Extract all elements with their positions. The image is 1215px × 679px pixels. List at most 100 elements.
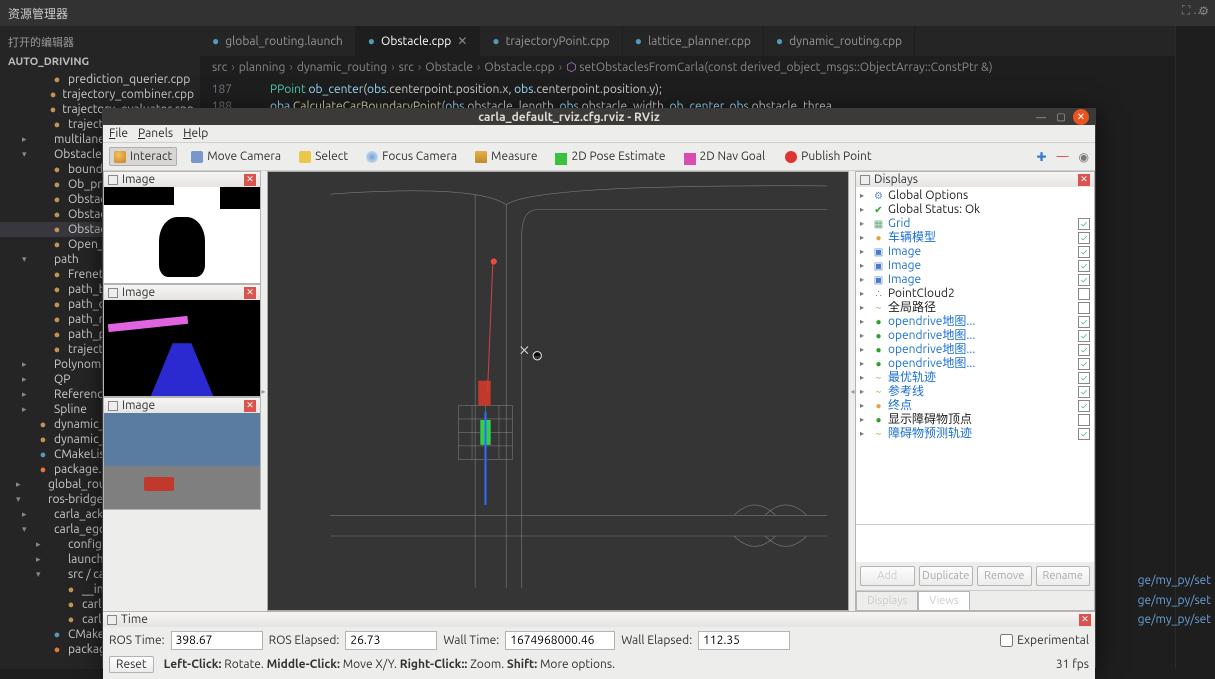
close-panel-icon[interactable]: ✕ [244,287,256,299]
display-item[interactable]: ▸~参考线✓ [858,385,1092,399]
3d-view[interactable] [267,171,849,611]
expand-icon[interactable]: ▸ [860,273,869,287]
display-item[interactable]: ▸∴PointCloud2 [858,287,1092,301]
display-item[interactable]: ▸✔Global Status: Ok [858,203,1092,217]
pin-icon[interactable] [860,175,870,185]
ros-elapsed-field[interactable] [345,631,437,650]
wall-elapsed-field[interactable] [698,631,790,650]
image-view-3[interactable] [104,413,260,509]
remove-button[interactable]: Remove [977,566,1032,586]
display-checkbox[interactable]: ✓ [1078,372,1090,384]
display-checkbox[interactable] [1078,414,1090,426]
display-checkbox[interactable] [1078,288,1090,300]
display-checkbox[interactable]: ✓ [1078,358,1090,370]
tool-publish-point[interactable]: Publish Point [779,148,875,165]
maximize-button[interactable]: ▢ [1053,109,1069,125]
tool-move-camera[interactable]: Move Camera [187,148,285,165]
experimental-checkbox[interactable] [1000,634,1013,647]
display-item[interactable]: ▸▣Image✓ [858,259,1092,273]
tool-2d-pose-estimate[interactable]: 2D Pose Estimate [551,146,669,167]
wall-time-field[interactable] [505,631,615,650]
menu-panels[interactable]: Panels [138,127,173,140]
expand-icon[interactable]: ▸ [860,231,869,245]
display-checkbox[interactable]: ✓ [1078,330,1090,342]
duplicate-button[interactable]: Duplicate [919,566,974,586]
editor-tab[interactable]: ●Obstacle.cpp✕ [356,26,481,56]
file-item[interactable]: ●prediction_querier.cpp [0,72,200,87]
display-item[interactable]: ▸●opendrive地图...✓ [858,343,1092,357]
display-checkbox[interactable]: ✓ [1078,274,1090,286]
editor-tab[interactable]: ●trajectoryPoint.cpp [480,26,622,56]
display-checkbox[interactable]: ✓ [1078,316,1090,328]
breadcrumb-segment[interactable]: src [212,61,227,74]
image-view-2[interactable] [104,300,260,396]
splitter-left[interactable]: ▸ [261,171,266,611]
display-item[interactable]: ▸●opendrive地图...✓ [858,329,1092,343]
tab-views[interactable]: Views [918,591,969,610]
display-item[interactable]: ▸⚙Global Options [858,189,1092,203]
close-panel-icon[interactable]: ✕ [244,400,256,412]
breadcrumb-segment[interactable]: dynamic_routing [297,61,387,74]
expand-icon[interactable]: ▸ [860,189,869,203]
display-item[interactable]: ▸▣Image✓ [858,273,1092,287]
display-checkbox[interactable]: ✓ [1078,386,1090,398]
gear-icon[interactable]: ⚙ [1198,4,1209,18]
close-panel-icon[interactable]: ✕ [1078,174,1090,186]
close-tab-icon[interactable]: ✕ [457,34,467,48]
tab-displays[interactable]: Displays [856,591,918,610]
breadcrumb-segment[interactable]: Obstacle [425,61,473,74]
expand-icon[interactable]: ▸ [860,203,869,217]
remove-tool-icon[interactable]: — [1057,150,1069,163]
tool-props-icon[interactable]: ◉ [1079,150,1089,164]
editor-tab[interactable]: ●dynamic_routing.cpp [764,26,915,56]
display-item[interactable]: ▸●opendrive地图...✓ [858,315,1092,329]
add-button[interactable]: Add [860,566,915,586]
expand-icon[interactable]: ▸ [860,399,869,413]
editor-tab[interactable]: ●global_routing.launch [200,26,356,56]
tool-select[interactable]: Select [295,148,352,165]
display-item[interactable]: ▸~最优轨迹✓ [858,371,1092,385]
expand-icon[interactable]: ▸ [860,217,869,231]
display-item[interactable]: ▸●显示障碍物顶点 [858,413,1092,427]
pin-icon[interactable] [108,175,118,185]
expand-icon[interactable]: ▸ [860,315,869,329]
breadcrumb-segment[interactable]: ⬡ setObstaclesFromCarla(const derived_ob… [566,60,993,74]
expand-icon[interactable]: ▸ [860,245,869,259]
expand-icon[interactable]: ▸ [860,301,869,315]
add-tool-icon[interactable]: ✚ [1037,150,1047,164]
close-button[interactable]: ✕ [1073,109,1089,125]
display-checkbox[interactable]: ✓ [1078,246,1090,258]
minimize-button[interactable]: — [1033,109,1049,125]
expand-icon[interactable]: ▸ [860,427,869,441]
display-item[interactable]: ▸▣Image✓ [858,245,1092,259]
expand-icon[interactable]: ▸ [860,413,869,427]
display-item[interactable]: ▸~全局路径 [858,301,1092,315]
pin-icon[interactable] [108,401,118,411]
menu-help[interactable]: Help [183,127,208,140]
pin-icon[interactable] [108,288,118,298]
display-item[interactable]: ▸●终点✓ [858,399,1092,413]
tool-focus-camera[interactable]: Focus Camera [362,148,461,165]
breadcrumb-segment[interactable]: Obstacle.cpp [484,61,554,74]
tool-measure[interactable]: Measure [471,148,541,165]
close-time-panel[interactable]: ✕ [1079,614,1091,626]
display-checkbox[interactable] [1078,302,1090,314]
display-checkbox[interactable]: ✓ [1078,400,1090,412]
editor-tab[interactable]: ●lattice_planner.cpp [623,26,764,56]
tool-interact[interactable]: Interact [109,147,177,166]
display-checkbox[interactable]: ✓ [1078,260,1090,272]
breadcrumb-segment[interactable]: planning [239,61,286,74]
expand-icon[interactable]: ▸ [860,287,869,301]
ros-time-field[interactable] [171,631,263,650]
display-checkbox[interactable]: ✓ [1078,344,1090,356]
expand-icon[interactable]: ▸ [860,357,869,371]
display-item[interactable]: ▸●opendrive地图...✓ [858,357,1092,371]
image-view-1[interactable] [104,187,260,283]
display-checkbox[interactable]: ✓ [1078,428,1090,440]
split-icon[interactable]: ⛶ [1182,4,1190,18]
tool-2d-nav-goal[interactable]: 2D Nav Goal [680,146,770,167]
expand-icon[interactable]: ▸ [860,329,869,343]
reset-button[interactable]: Reset [109,656,154,673]
workspace-name[interactable]: AUTO_DRIVING [0,54,200,70]
pin-icon[interactable] [107,615,117,625]
